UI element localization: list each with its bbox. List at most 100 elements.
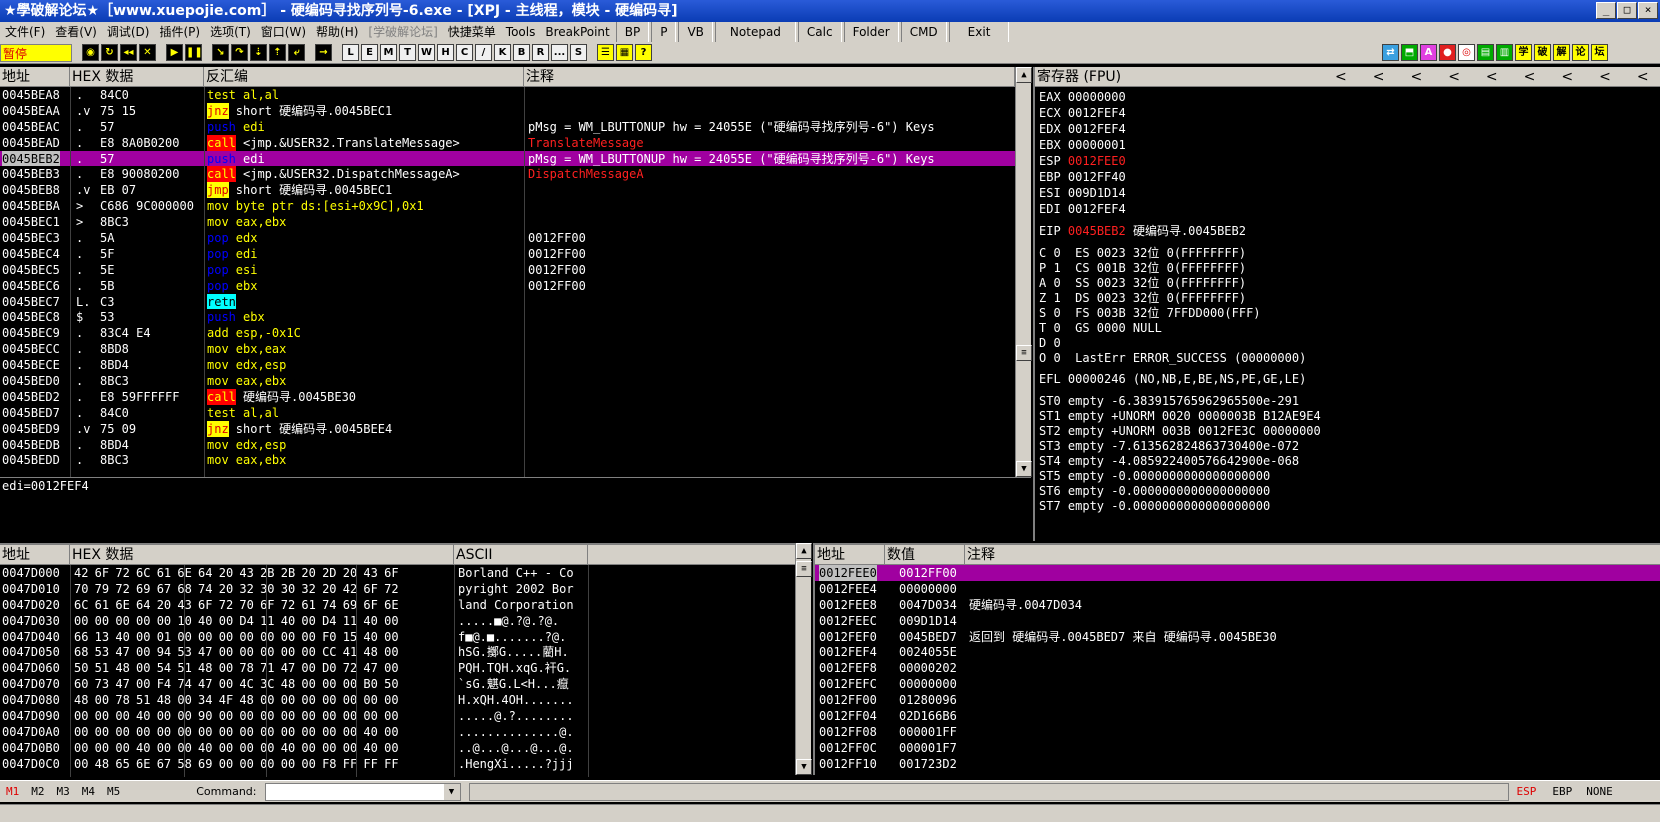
flag-row[interactable]: D 0 — [1039, 335, 1656, 350]
disasm-list[interactable]: 0045BEA8. 84C0 test al,al 0045BEAA .v 75 15 jnz… — [0, 87, 1015, 477]
dump-row[interactable]: 0047D090 00 00 00 40 00 00 90 00 00 00 00… — [0, 708, 795, 724]
status-ebp[interactable]: EBP — [1544, 785, 1580, 798]
flag-row[interactable]: C 0 ES 0023 32位 0(FFFFFFFF) — [1039, 245, 1656, 260]
dump-row[interactable]: 0047D060 50 51 48 00 54 51 48 00 78 71 47… — [0, 660, 795, 676]
menu-cmd-button[interactable]: CMD — [900, 22, 947, 42]
disasm-row[interactable]: 0045BEB2. 57 push edi pMsg = WM_LBUTTONUP hw… — [0, 150, 1015, 167]
open-icon[interactable]: ◉ — [82, 44, 99, 61]
tab-m3[interactable]: M3 — [51, 785, 76, 798]
dump-scroll-thumb[interactable]: ≡ — [796, 561, 812, 577]
flag-row[interactable]: P 1 CS 001B 32位 0(FFFFFFFF) — [1039, 260, 1656, 275]
close-debug-icon[interactable]: ✕ — [139, 44, 156, 61]
col-hex-header[interactable]: HEX 数据 — [70, 67, 204, 87]
dump-row[interactable]: 0047D080 48 00 78 51 48 00 34 4F 48 00 00… — [0, 692, 795, 708]
command-dropdown-icon[interactable]: ▼ — [443, 783, 460, 800]
register-row[interactable]: EAX 00000000 — [1039, 89, 1656, 105]
breakpoints-button[interactable]: B — [513, 44, 530, 61]
restart-icon[interactable]: ↻ — [101, 44, 118, 61]
stack-row[interactable]: 0012FEFC 00000000 — [815, 676, 1660, 692]
source-button[interactable]: S — [570, 44, 587, 61]
stack-list[interactable]: 0012FEE0 0012FF00 0012FEE4 00000000 0012FEE8… — [815, 565, 1660, 777]
fpu-row[interactable]: ST1 empty +UNORM 0020 0000003B B12AE9E4 — [1039, 408, 1656, 423]
disasm-scrollbar[interactable]: ▲ ≡ ▼ — [1015, 67, 1032, 477]
threads-button[interactable]: T — [399, 44, 416, 61]
disasm-row[interactable]: 0045BEC1 >8BC3 mov eax,ebx — [0, 214, 1015, 230]
run-icon[interactable]: ▶ — [166, 44, 183, 61]
dump-scroll-up-icon[interactable]: ▲ — [796, 543, 812, 559]
dump-scrollbar[interactable]: ▲ ≡ ▼ — [795, 543, 812, 775]
menu-bp-button[interactable]: BP — [615, 22, 650, 42]
stack-comment-header[interactable]: 注释 — [965, 545, 1660, 565]
forum-icon-2[interactable]: 破 — [1534, 44, 1551, 61]
plugin-3-icon[interactable]: ▥ — [1496, 44, 1513, 61]
flag-row[interactable]: O 0 LastErr ERROR_SUCCESS (00000000) — [1039, 350, 1656, 365]
eip-row[interactable]: EIP 0045BEB2 硬编码寻.0045BEB2 — [1039, 223, 1656, 239]
target-icon[interactable]: ◎ — [1458, 44, 1475, 61]
menu-file[interactable]: 文件(F) — [0, 22, 50, 42]
menu-window[interactable]: 窗口(W) — [256, 22, 311, 42]
dump-row[interactable]: 0047D030 00 00 00 00 00 10 40 00 D4 11 40… — [0, 613, 795, 629]
dump-ascii-header[interactable]: ASCII — [454, 545, 588, 565]
disasm-row[interactable]: 0045BEB3. E8 90080200 call <jmp.&USER32.Dis… — [0, 166, 1015, 183]
scroll-thumb[interactable]: ≡ — [1016, 345, 1032, 361]
flag-row[interactable]: S 0 FS 003B 32位 7FFDD000(FFF) — [1039, 305, 1656, 320]
fpu-row[interactable]: ST5 empty -0.0000000000000000000 — [1039, 468, 1656, 483]
disasm-row[interactable]: 0045BED0. 8BC3 mov eax,ebx — [0, 373, 1015, 389]
stack-row[interactable]: 0012FEE0 0012FF00 — [815, 565, 1660, 581]
stack-row[interactable]: 0012FF04 02D166B6 — [815, 708, 1660, 724]
forum-icon-4[interactable]: 论 — [1572, 44, 1589, 61]
dump-row[interactable]: 0047D010 70 79 72 69 67 68 74 20 32 30 30… — [0, 581, 795, 597]
stack-row[interactable]: 0012FF10 001723D2 — [815, 756, 1660, 772]
stack-row[interactable]: 0012FEE4 00000000 — [815, 581, 1660, 597]
fpu-row[interactable]: ST4 empty -4.085922400576642900e-068 — [1039, 453, 1656, 468]
col-disasm-header[interactable]: 反汇编 — [204, 67, 524, 87]
register-row[interactable]: ECX 0012FEF4 — [1039, 105, 1656, 121]
grid-icon[interactable]: ▦ — [616, 44, 633, 61]
dump-scroll-down-icon[interactable]: ▼ — [796, 759, 812, 775]
forum-icon-5[interactable]: 坛 — [1591, 44, 1608, 61]
stack-addr-header[interactable]: 地址 — [815, 545, 885, 565]
patches-button[interactable]: / — [475, 44, 492, 61]
scroll-up-icon[interactable]: ▲ — [1016, 67, 1032, 83]
col-addr-header[interactable]: 地址 — [0, 67, 70, 87]
log-window-button[interactable]: L — [342, 44, 359, 61]
dump-row[interactable]: 0047D000 42 6F 72 6C 61 6E 64 20 43 2B 2B… — [0, 565, 795, 581]
cpu-button[interactable]: C — [456, 44, 473, 61]
disasm-row[interactable]: 0045BEDB. 8BD4 mov edx,esp — [0, 437, 1015, 453]
menu-tools[interactable]: Tools — [501, 22, 541, 42]
forum-icon-1[interactable]: 学 — [1515, 44, 1532, 61]
disasm-row[interactable]: 0045BEC9. 83C4 E4 add esp,-0x1C — [0, 325, 1015, 341]
status-none[interactable]: NONE — [1580, 785, 1619, 798]
stack-row[interactable]: 0012FEE8 0047D034 硬编码寻.0047D034 — [815, 597, 1660, 613]
menu-notepad-button[interactable]: Notepad — [714, 22, 796, 42]
list-icon[interactable]: ☰ — [597, 44, 614, 61]
dump-row[interactable]: 0047D070 60 73 47 00 F4 74 47 00 4C 3C 48… — [0, 676, 795, 692]
stack-row[interactable]: 0012FF0C 000001F7 — [815, 740, 1660, 756]
status-esp[interactable]: ESP — [1509, 785, 1545, 798]
disasm-row[interactable]: 0045BECE. 8BD4 mov edx,esp — [0, 357, 1015, 373]
dump-row[interactable]: 0047D0C0 00 48 65 6E 67 58 69 00 00 00 00… — [0, 756, 795, 772]
menu-shortcuts[interactable]: 快捷菜单 — [443, 22, 501, 42]
disasm-row[interactable]: 0045BEC4. 5F pop edi 0012FF00 — [0, 246, 1015, 262]
disasm-row[interactable]: 0045BECC. 8BD8 mov ebx,eax — [0, 341, 1015, 357]
disasm-row[interactable]: 0045BEC6. 5B pop ebx 0012FF00 — [0, 278, 1015, 294]
run-trace-button[interactable]: ... — [551, 44, 568, 61]
fpu-row[interactable]: ST7 empty -0.0000000000000000000 — [1039, 498, 1656, 513]
menu-options[interactable]: 选项(T) — [205, 22, 256, 42]
disasm-row[interactable]: 0045BEAA .v 75 15 jnz short 硬编码寻.0045BEC1 — [0, 102, 1015, 119]
tab-m4[interactable]: M4 — [76, 785, 101, 798]
dump-row[interactable]: 0047D0A0 00 00 00 00 00 00 00 00 00 00 00… — [0, 724, 795, 740]
menu-p-button[interactable]: P — [651, 22, 677, 42]
disasm-row[interactable]: 0045BEC3. 5A pop edx 0012FF00 — [0, 230, 1015, 246]
disasm-row[interactable]: 0045BEAD. E8 8A0B0200 call <jmp.&USER32.Tra… — [0, 134, 1015, 151]
stack-row[interactable]: 0012FEF4 0024055E — [815, 644, 1660, 660]
register-row[interactable]: EDX 0012FEF4 — [1039, 121, 1656, 137]
disasm-row[interactable]: 0045BEC8 $53 push ebx — [0, 309, 1015, 325]
menu-debug[interactable]: 调试(D) — [102, 22, 155, 42]
tab-m2[interactable]: M2 — [25, 785, 50, 798]
plugin-1-icon[interactable]: ⬒ — [1401, 44, 1418, 61]
menu-calc-button[interactable]: Calc — [797, 22, 842, 42]
tab-m5[interactable]: M5 — [101, 785, 126, 798]
disasm-row[interactable]: 0045BEC5. 5E pop esi 0012FF00 — [0, 262, 1015, 278]
rewind-icon[interactable]: ◂◂ — [120, 44, 137, 61]
